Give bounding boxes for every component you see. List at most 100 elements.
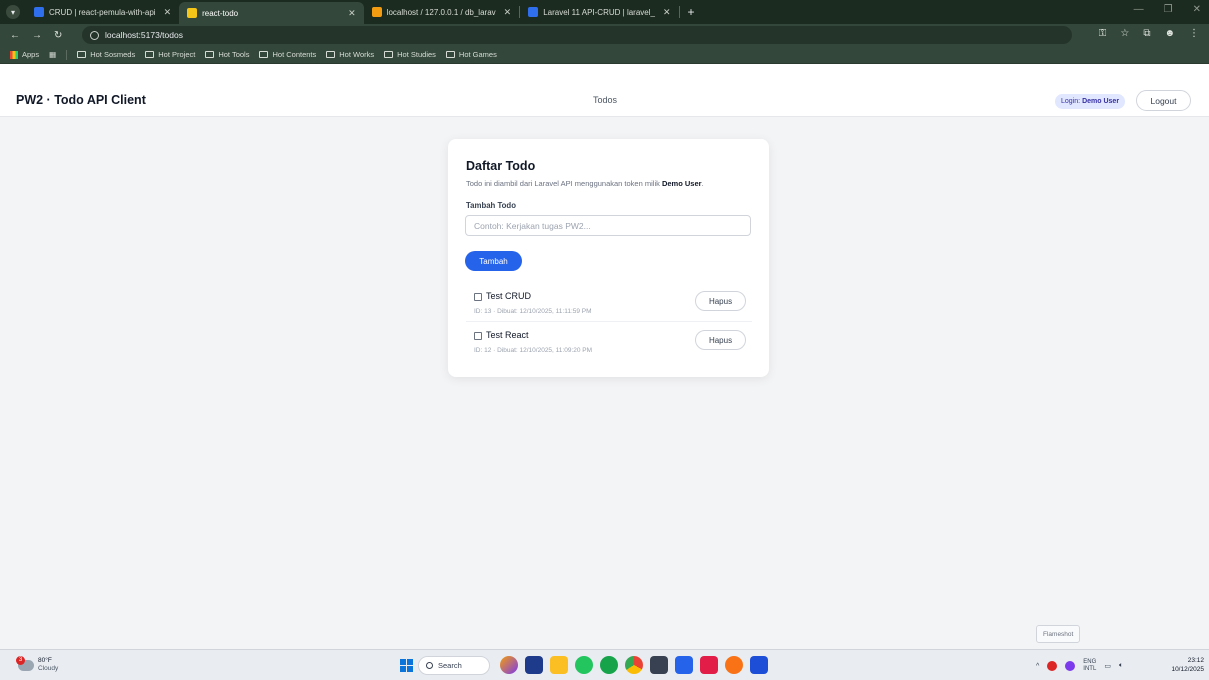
tab-title: CRUD | react-pemula-with-api [49, 7, 156, 17]
todo-item: Test CRUD ID: 13 · Dibuat: 12/10/2025, 1… [466, 288, 752, 322]
delete-todo-button[interactable]: Hapus [695, 330, 746, 350]
tab-title: Laravel 11 API-CRUD | laravel_ [543, 7, 655, 17]
bookmark-label: Hot Games [458, 50, 497, 59]
google-apps-icon[interactable]: ▦ [49, 50, 56, 59]
forward-arrow-icon[interactable]: → [32, 30, 42, 41]
tab-close-icon[interactable]: ✕ [504, 7, 512, 18]
bookmark-label: Apps [22, 50, 40, 59]
copilot-app-icon[interactable] [500, 656, 518, 674]
tab-favicon-icon [371, 7, 382, 17]
tab-favicon-icon [187, 8, 198, 18]
folder-icon [77, 51, 87, 58]
bookmark-star-icon[interactable]: ☆ [1120, 28, 1129, 39]
file-explorer-icon[interactable] [550, 656, 568, 674]
word-icon[interactable] [750, 656, 768, 674]
postman-icon[interactable] [725, 656, 743, 674]
browser-tab-laravel[interactable]: Laravel 11 API-CRUD | laravel_ ✕ [520, 2, 678, 22]
logout-button[interactable]: Logout [1136, 90, 1191, 111]
whatsapp-icon[interactable] [575, 656, 593, 674]
site-info-icon[interactable] [90, 30, 99, 40]
flameshot-tooltip: Flameshot [1036, 625, 1081, 643]
bookmark-hot-sosmeds[interactable]: Hot Sosmeds [77, 50, 135, 59]
tab-close-icon[interactable]: ✕ [348, 8, 356, 19]
todo-meta: ID: 12 · Dibuat: 12/10/2025, 11:09:20 PM [474, 347, 593, 354]
todo-title: Test React [486, 330, 529, 340]
network-icon[interactable]: ▭ [1104, 662, 1111, 670]
tab-close-icon[interactable]: ✕ [164, 7, 172, 18]
profile-icon[interactable]: ☻ [1164, 28, 1175, 39]
todo-checkbox[interactable] [474, 293, 482, 301]
tray-flameshot-icon[interactable] [1065, 661, 1076, 671]
windows-start-icon[interactable] [400, 659, 413, 672]
weather-badge: 3 [16, 655, 25, 665]
office-icon[interactable] [700, 656, 718, 674]
extensions-puzzle-icon[interactable]: ⧉ [1143, 28, 1150, 39]
search-label: Search [438, 661, 462, 670]
nav-link-todos[interactable]: Todos [560, 95, 650, 105]
vscode-icon[interactable] [675, 656, 693, 674]
lang-bottom: INTL [1083, 666, 1097, 672]
apps-grid-icon [10, 50, 18, 59]
bookmark-label: Hot Sosmeds [90, 50, 136, 59]
bookmark-hot-works[interactable]: Hot Works [326, 50, 374, 59]
bookmark-hot-tools[interactable]: Hot Tools [205, 50, 249, 59]
bookmark-label: Hot Studies [397, 50, 436, 59]
add-todo-button[interactable]: Tambah [465, 251, 522, 271]
bookmark-hot-contents[interactable]: Hot Contents [259, 50, 316, 59]
browser-tab-crud[interactable]: CRUD | react-pemula-with-api ✕ [26, 2, 179, 22]
folder-icon [205, 51, 215, 58]
card-subtitle: Todo ini diambil dari Laravel API menggu… [466, 179, 704, 188]
taskbar-clock[interactable]: 23:12 10/12/2025 [1170, 656, 1204, 674]
bookmark-label: Hot Tools [218, 50, 250, 59]
bookmark-hot-project[interactable]: Hot Project [145, 50, 195, 59]
weather-condition: Cloudy [38, 665, 59, 672]
tab-title: react-todo [202, 8, 239, 18]
edge-app-icon[interactable] [525, 656, 543, 674]
bookmark-hot-studies[interactable]: Hot Studies [384, 50, 436, 59]
weather-widget[interactable]: 3 80°F Cloudy [16, 655, 59, 673]
input-language[interactable]: ENG INTL [1083, 659, 1096, 673]
minimize-icon[interactable]: — [1134, 4, 1144, 15]
window-close-icon[interactable]: ✕ [1193, 4, 1201, 15]
tray-app-icon[interactable] [1047, 661, 1058, 671]
volume-icon[interactable]: 🔈︎ [1119, 662, 1123, 670]
bookmark-hot-games[interactable]: Hot Games [445, 50, 497, 59]
todo-meta: ID: 13 · Dibuat: 12/10/2025, 11:11:59 PM [474, 308, 592, 315]
tray-chevron-up-icon[interactable]: ^ [1036, 663, 1039, 670]
delete-todo-button[interactable]: Hapus [695, 291, 746, 311]
bookmark-apps[interactable]: Apps [10, 50, 39, 59]
todo-checkbox[interactable] [474, 332, 482, 340]
page-top-spacer [0, 64, 1209, 84]
browser-tab-react-todo[interactable]: react-todo ✕ [179, 2, 364, 24]
app-brand: PW2 · Todo API Client [16, 93, 146, 107]
clock-date: 10/12/2025 [1171, 666, 1204, 673]
terminal-icon[interactable] [650, 656, 668, 674]
taskbar-search[interactable]: Search [418, 656, 490, 675]
tab-close-icon[interactable]: ✕ [663, 7, 671, 18]
window-controls: — ❐ ✕ [1134, 4, 1201, 15]
bookmark-label: Hot Contents [272, 50, 317, 59]
search-icon [426, 662, 433, 669]
reload-icon[interactable]: ↻ [54, 30, 62, 41]
maximize-icon[interactable]: ❐ [1164, 4, 1173, 15]
new-tab-plus-icon[interactable]: + [688, 5, 695, 19]
spotify-icon[interactable] [600, 656, 618, 674]
main-content: Daftar Todo Todo ini diambil dari Larave… [0, 118, 1209, 649]
browser-toolbar: ← → ↻ localhost:5173/todos ⚿ ☆ ⧉ ☻ ⋮ [0, 24, 1209, 46]
tab-search-dropdown-icon[interactable]: ▾ [6, 5, 20, 19]
address-bar[interactable]: localhost:5173/todos [82, 26, 1072, 44]
add-todo-input[interactable] [465, 215, 751, 236]
browser-tab-phpmyadmin[interactable]: localhost / 127.0.0.1 / db_larav ✕ [364, 2, 520, 22]
address-url: localhost:5173/todos [105, 30, 183, 40]
folder-icon [145, 51, 155, 58]
login-prefix: Login: [1061, 98, 1081, 105]
back-arrow-icon[interactable]: ← [10, 30, 20, 41]
cloud-icon: 3 [16, 655, 34, 671]
add-todo-label: Tambah Todo [466, 201, 516, 210]
browser-tabstrip: ▾ CRUD | react-pemula-with-api ✕ react-t… [0, 0, 1209, 24]
password-key-icon[interactable]: ⚿ [1099, 28, 1107, 39]
clock-time: 23:12 [1187, 657, 1204, 664]
todo-item: Test React ID: 12 · Dibuat: 12/10/2025, … [466, 327, 752, 361]
chrome-icon[interactable] [625, 656, 643, 674]
menu-kebab-icon[interactable]: ⋮ [1189, 28, 1199, 39]
